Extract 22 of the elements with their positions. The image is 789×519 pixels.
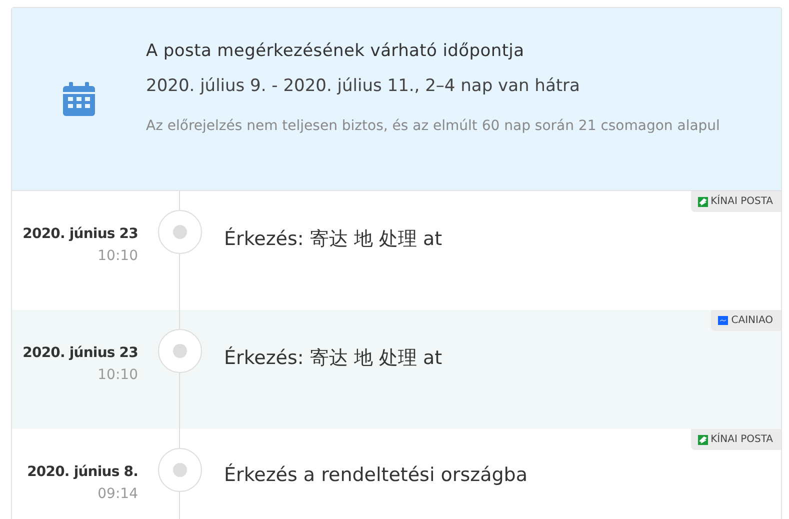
event-text: Érkezés: 寄达 地 处理 at	[223, 345, 442, 371]
estimate-note: Az előrejelzés nem teljesen biztos, és az elmúlt 60 nap során 21 csomagon alapul	[146, 117, 721, 136]
timeline-node	[158, 210, 202, 254]
carrier-badge: KÍNAI POSTA	[690, 429, 781, 450]
timeline-node	[158, 448, 202, 492]
event-text: Érkezés: 寄达 地 处理 at	[223, 226, 442, 252]
event-date: 2020. június 23	[22, 345, 138, 361]
carrier-badge: CAINIAO	[711, 310, 781, 331]
carrier-logo-icon	[698, 434, 708, 444]
event-text: Érkezés a rendeltetési országba	[223, 462, 528, 488]
estimate-range: 2020. július 9. - 2020. július 11., 2–4 nap van hátra	[146, 76, 581, 96]
carrier-logo-icon	[698, 196, 708, 206]
calendar-icon	[63, 82, 95, 116]
carrier-logo-icon	[718, 316, 728, 325]
carrier-badge: KÍNAI POSTA	[690, 191, 781, 212]
estimate-title: A posta megérkezésének várható időpontja	[146, 41, 526, 61]
event-time: 09:14	[96, 486, 138, 502]
event-date: 2020. június 23	[22, 226, 138, 242]
event-time: 10:10	[96, 248, 138, 264]
timeline-node	[158, 329, 202, 373]
event-time: 10:10	[96, 367, 138, 383]
event-date: 2020. június 8.	[26, 464, 138, 480]
